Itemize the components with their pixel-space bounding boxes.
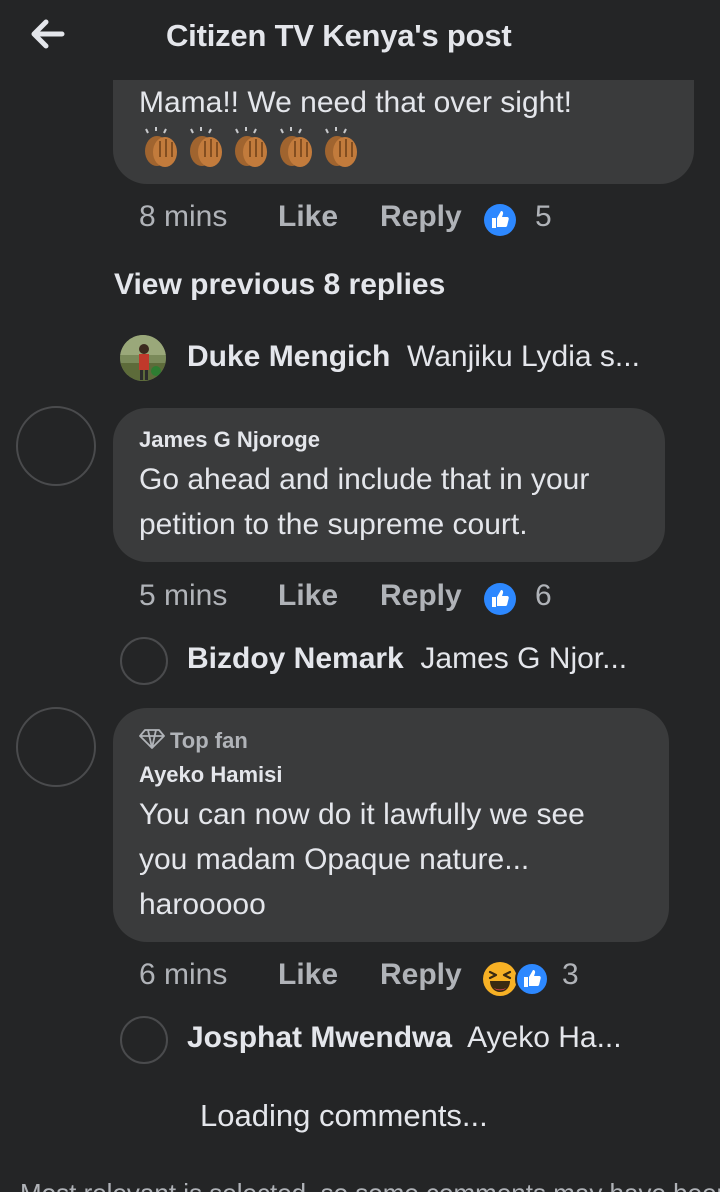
reply-author-name: Josphat Mwendwa	[187, 1021, 453, 1054]
reaction-count: 3	[562, 958, 579, 991]
clap-emoji-icon	[145, 127, 177, 167]
avatar[interactable]	[120, 637, 168, 685]
avatar[interactable]	[120, 1016, 168, 1064]
comment-author[interactable]: James G Njoroge	[139, 427, 320, 453]
comment-text: Mama!! We need that over sight!	[139, 86, 572, 119]
reply-snippet: Ayeko Ha...	[467, 1021, 622, 1054]
like-reaction-icon	[484, 583, 516, 615]
comment-time: 5 mins	[139, 579, 228, 612]
loading-comments-text: Loading comments...	[200, 1098, 488, 1133]
view-previous-replies-link[interactable]: View previous 8 replies	[114, 268, 445, 302]
reply-button[interactable]: Reply	[380, 958, 462, 992]
clap-emoji-icon	[280, 127, 312, 167]
like-button[interactable]: Like	[278, 200, 338, 234]
like-button[interactable]: Like	[278, 958, 338, 992]
comment-time: 6 mins	[139, 958, 228, 991]
avatar[interactable]	[120, 335, 166, 381]
reply-snippet: Wanjiku Lydia s...	[407, 340, 640, 373]
clapping-emojis	[140, 127, 380, 169]
like-button[interactable]: Like	[278, 579, 338, 613]
comment-text-line: petition to the supreme court.	[139, 508, 528, 541]
reaction-count: 5	[535, 200, 552, 233]
post-comments-page: Mama!! We need that over sight! 8 mins L…	[0, 0, 720, 1192]
header-bar: Citizen TV Kenya's post	[0, 0, 720, 80]
comment-time: 8 mins	[139, 200, 228, 233]
reply-button[interactable]: Reply	[380, 200, 462, 234]
clap-emoji-icon	[235, 127, 267, 167]
reply-button[interactable]: Reply	[380, 579, 462, 613]
reply-snippet: James G Njor...	[420, 642, 628, 675]
reply-preview[interactable]: Josphat Mwendwa Ayeko Ha...	[187, 1021, 622, 1055]
comment-author[interactable]: Ayeko Hamisi	[139, 762, 282, 788]
avatar[interactable]	[16, 406, 96, 486]
comment-actions: 5 mins Like Reply	[139, 579, 599, 619]
comment-actions: 8 mins Like Reply	[139, 200, 599, 240]
top-fan-badge: Top fan	[170, 728, 248, 753]
clap-emoji-icon	[190, 127, 222, 167]
haha-reaction-icon	[483, 962, 517, 996]
comment-text-line: You can now do it lawfully we see	[139, 798, 585, 831]
back-arrow-icon[interactable]	[26, 14, 70, 54]
avatar[interactable]	[16, 707, 96, 787]
relevance-notice: Most relevant is selected, so some comme…	[20, 1178, 720, 1192]
reply-preview[interactable]: Bizdoy Nemark James G Njor...	[187, 642, 627, 676]
comment-text-line: Go ahead and include that in your	[139, 463, 590, 496]
like-reaction-icon	[484, 204, 516, 236]
comment-text-line: harooooo	[139, 888, 266, 921]
reply-preview[interactable]: Duke Mengich Wanjiku Lydia s...	[187, 340, 640, 374]
page-title: Citizen TV Kenya's post	[166, 18, 512, 53]
diamond-icon	[139, 729, 165, 749]
comment-text-line: you madam Opaque nature...	[139, 843, 530, 876]
like-reaction-icon	[515, 962, 549, 996]
reply-author-name: Duke Mengich	[187, 340, 391, 373]
clap-emoji-icon	[325, 127, 357, 167]
reply-author-name: Bizdoy Nemark	[187, 642, 404, 675]
reaction-count: 6	[535, 579, 552, 612]
